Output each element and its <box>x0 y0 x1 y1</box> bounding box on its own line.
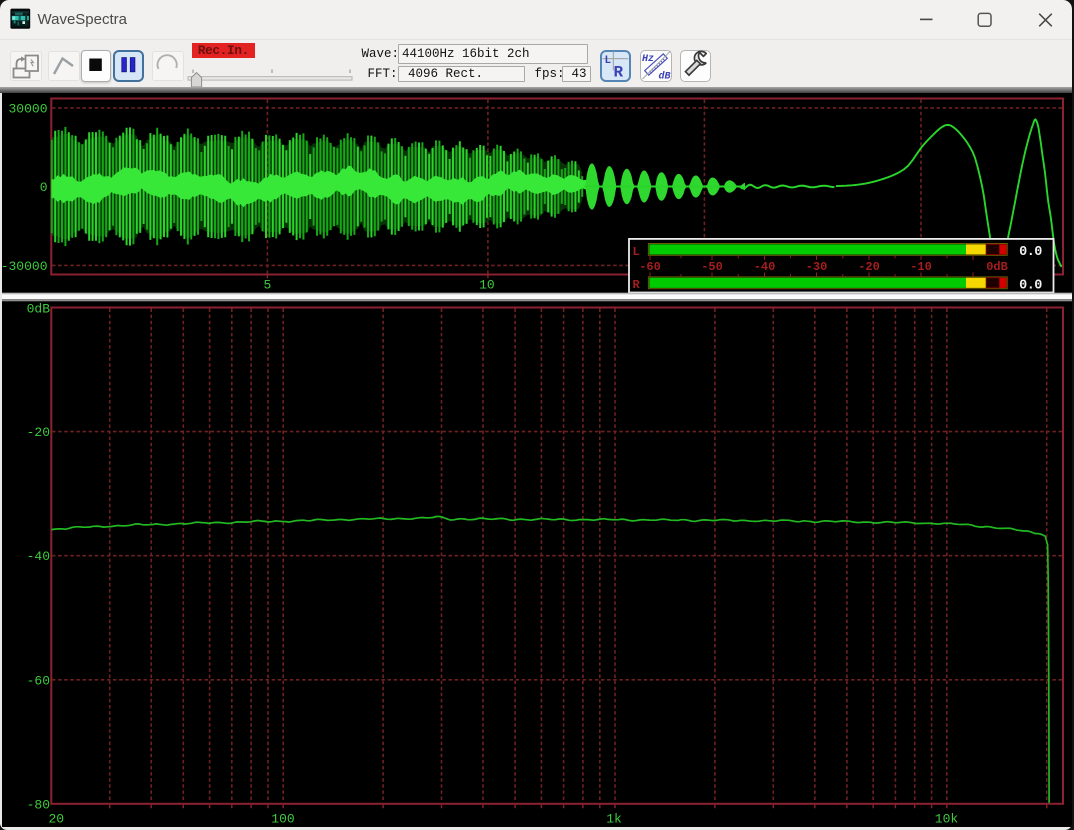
svg-text:-20: -20 <box>27 425 50 440</box>
svg-text:dB: dB <box>659 71 671 83</box>
svg-text:-60: -60 <box>27 673 50 688</box>
svg-text:-10: -10 <box>910 260 932 274</box>
svg-text:L: L <box>605 55 612 67</box>
svg-text:0: 0 <box>40 180 48 195</box>
svg-text:-50: -50 <box>701 260 723 274</box>
svg-text:R: R <box>614 64 624 82</box>
svg-text:30000: 30000 <box>8 102 47 117</box>
svg-text:-30: -30 <box>806 260 828 274</box>
svg-text:-60: -60 <box>639 260 661 274</box>
svg-text:20: 20 <box>49 812 65 827</box>
svg-text:100: 100 <box>271 812 294 827</box>
svg-text:L: L <box>633 245 640 259</box>
svg-text:-80: -80 <box>27 797 50 812</box>
svg-text:-20: -20 <box>858 260 880 274</box>
svg-text:R: R <box>633 278 641 292</box>
svg-text:10k: 10k <box>935 812 959 827</box>
svg-text:1k: 1k <box>606 812 622 827</box>
svg-text:0dB: 0dB <box>27 301 51 316</box>
svg-text:-30000: -30000 <box>1 259 48 274</box>
svg-text:10: 10 <box>479 278 495 293</box>
svg-text:-40: -40 <box>754 260 776 274</box>
svg-text:-40: -40 <box>27 549 50 564</box>
svg-text:0.0: 0.0 <box>1019 279 1042 294</box>
svg-text:5: 5 <box>263 278 271 293</box>
svg-text:0dB: 0dB <box>986 260 1008 274</box>
svg-text:0.0: 0.0 <box>1019 245 1042 260</box>
